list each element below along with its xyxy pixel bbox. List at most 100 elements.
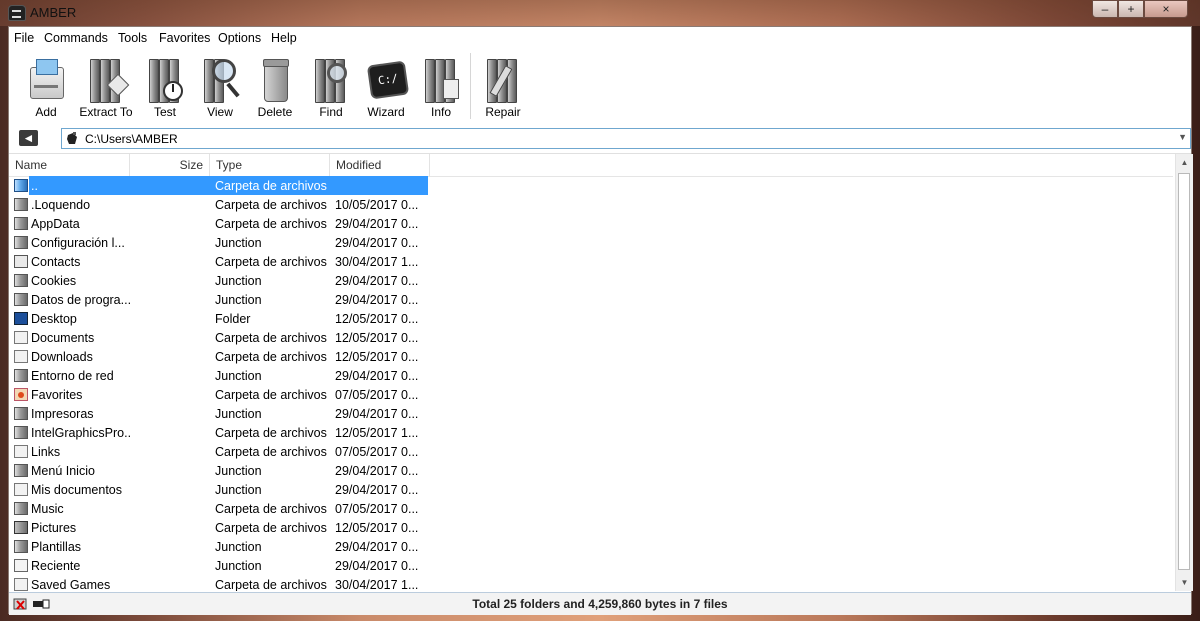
table-row[interactable]: Documents Carpeta de archivos 12/05/2017 0… (9, 328, 1173, 347)
table-row[interactable]: Links Carpeta de archivos 07/05/2017 0... (9, 442, 1173, 461)
table-row[interactable]: Pictures Carpeta de archivos 12/05/2017 0.… (9, 518, 1173, 537)
saved-games-icon (14, 578, 28, 591)
minimize-button[interactable]: – (1092, 0, 1118, 18)
repair-button[interactable]: Repair (475, 53, 531, 121)
file-type: Carpeta de archivos (215, 502, 327, 516)
status-text: Total 25 folders and 4,259,860 bytes in … (472, 597, 728, 611)
folder-icon (14, 217, 28, 230)
table-row[interactable]: .Loquendo Carpeta de archivos 10/05/2017 0… (9, 195, 1173, 214)
file-type: Junction (215, 407, 262, 421)
file-modified: 29/04/2017 0... (335, 464, 419, 478)
column-header-name[interactable]: Name (9, 154, 130, 176)
column-header-size[interactable]: Size (130, 154, 210, 176)
pictures-icon (14, 521, 28, 534)
file-type: Carpeta de archivos (215, 255, 327, 269)
menu-favorites[interactable]: Favorites (159, 31, 210, 45)
table-row[interactable]: Music Carpeta de archivos 07/05/2017 0... (9, 499, 1173, 518)
table-row[interactable]: Configuración l... Junction 29/04/2017 0..… (9, 233, 1173, 252)
favorites-icon (14, 388, 28, 401)
add-archive-icon (26, 55, 66, 105)
menu-commands[interactable]: Commands (44, 31, 108, 45)
view-label: View (207, 105, 233, 119)
folder-icon (14, 426, 28, 439)
folder-icon (14, 407, 28, 420)
title-bar[interactable]: AMBER – + × (0, 0, 1200, 26)
info-label: Info (430, 105, 451, 119)
file-modified: 30/04/2017 1... (335, 255, 419, 269)
folder-icon (14, 464, 28, 477)
file-name: Desktop (31, 312, 77, 326)
chevron-down-icon[interactable]: ▼ (1178, 132, 1187, 142)
file-name: Impresoras (31, 407, 94, 421)
scroll-thumb[interactable] (1178, 173, 1190, 570)
table-row[interactable]: Reciente Junction 29/04/2017 0... (9, 556, 1173, 575)
table-row[interactable]: Menú Inicio Junction 29/04/2017 0... (9, 461, 1173, 480)
find-button[interactable]: Find (303, 53, 359, 121)
menu-tools[interactable]: Tools (118, 31, 147, 45)
app-logo-icon (8, 5, 26, 21)
scroll-down-icon[interactable]: ▼ (1176, 574, 1193, 591)
address-bar[interactable]: C:\Users\AMBER ▼ (61, 128, 1191, 149)
file-name: Plantillas (31, 540, 82, 554)
column-header-type[interactable]: Type (210, 154, 330, 176)
table-row[interactable]: Datos de progra... Junction 29/04/2017 0..… (9, 290, 1173, 309)
file-type: Carpeta de archivos (215, 388, 327, 402)
table-row[interactable]: Favorites Carpeta de archivos 07/05/2017 0… (9, 385, 1173, 404)
table-row[interactable]: Saved Games Carpeta de archivos 30/04/2017… (9, 575, 1173, 591)
file-modified: 12/05/2017 0... (335, 312, 419, 326)
delete-icon (255, 55, 295, 105)
menu-bar: File Commands Tools Favorites Options He… (9, 27, 1191, 50)
file-list: Name Size Type Modified .. Carpeta de arc… (9, 154, 1193, 591)
table-row[interactable]: Desktop Folder 12/05/2017 0... (9, 309, 1173, 328)
menu-help[interactable]: Help (271, 31, 297, 45)
file-type: Carpeta de archivos (215, 445, 327, 459)
table-row[interactable]: Downloads Carpeta de archivos 12/05/2017 0… (9, 347, 1173, 366)
add-button[interactable]: Add (18, 53, 74, 121)
column-header-modified[interactable]: Modified (330, 154, 430, 176)
view-button[interactable]: View (192, 53, 248, 121)
file-name: Mis documentos (31, 483, 123, 497)
file-type: Junction (215, 274, 262, 288)
table-row[interactable]: IntelGraphicsPro... Carpeta de archivos 12… (9, 423, 1173, 442)
table-row[interactable]: .. Carpeta de archivos (9, 176, 1173, 195)
maximize-button[interactable]: + (1118, 0, 1144, 18)
file-modified: 07/05/2017 0... (335, 445, 419, 459)
table-row[interactable]: Entorno de red Junction 29/04/2017 0... (9, 366, 1173, 385)
folder-icon (14, 369, 28, 382)
menu-file[interactable]: File (14, 31, 34, 45)
file-name: Configuración l... (31, 236, 125, 250)
view-icon (200, 55, 240, 105)
wizard-button[interactable]: C:/ Wizard (358, 53, 414, 121)
file-name: Music (31, 502, 64, 516)
file-modified: 12/05/2017 0... (335, 350, 419, 364)
file-type: Junction (215, 464, 262, 478)
file-name: Reciente (31, 559, 81, 573)
test-button[interactable]: Test (137, 53, 193, 121)
table-row[interactable]: AppData Carpeta de archivos 29/04/2017 0..… (9, 214, 1173, 233)
delete-button[interactable]: Delete (247, 53, 303, 121)
table-row[interactable]: Plantillas Junction 29/04/2017 0... (9, 537, 1173, 556)
file-name: Entorno de red (31, 369, 114, 383)
file-modified: 29/04/2017 0... (335, 483, 419, 497)
delete-label: Delete (257, 105, 293, 119)
table-row[interactable]: Mis documentos Junction 29/04/2017 0... (9, 480, 1173, 499)
table-row[interactable]: Impresoras Junction 29/04/2017 0... (9, 404, 1173, 423)
menu-options[interactable]: Options (218, 31, 261, 45)
file-name: Cookies (31, 274, 77, 288)
file-modified: 12/05/2017 0... (335, 521, 419, 535)
file-modified: 07/05/2017 0... (335, 502, 419, 516)
file-type: Carpeta de archivos (215, 578, 327, 591)
info-button[interactable]: Info (413, 53, 469, 121)
vertical-scrollbar[interactable]: ▲ ▼ (1175, 154, 1193, 591)
table-row[interactable]: Contacts Carpeta de archivos 30/04/2017 1.… (9, 252, 1173, 271)
close-button[interactable]: × (1144, 0, 1188, 18)
extract-to-button[interactable]: Extract To (77, 53, 135, 121)
scroll-up-icon[interactable]: ▲ (1176, 154, 1193, 171)
up-folder-button[interactable]: ◄ (19, 130, 38, 146)
documents-icon (14, 483, 28, 496)
file-modified: 29/04/2017 0... (335, 369, 419, 383)
links-icon (14, 445, 28, 458)
file-name: Menú Inicio (31, 464, 95, 478)
folder-icon (14, 540, 28, 553)
table-row[interactable]: Cookies Junction 29/04/2017 0... (9, 271, 1173, 290)
